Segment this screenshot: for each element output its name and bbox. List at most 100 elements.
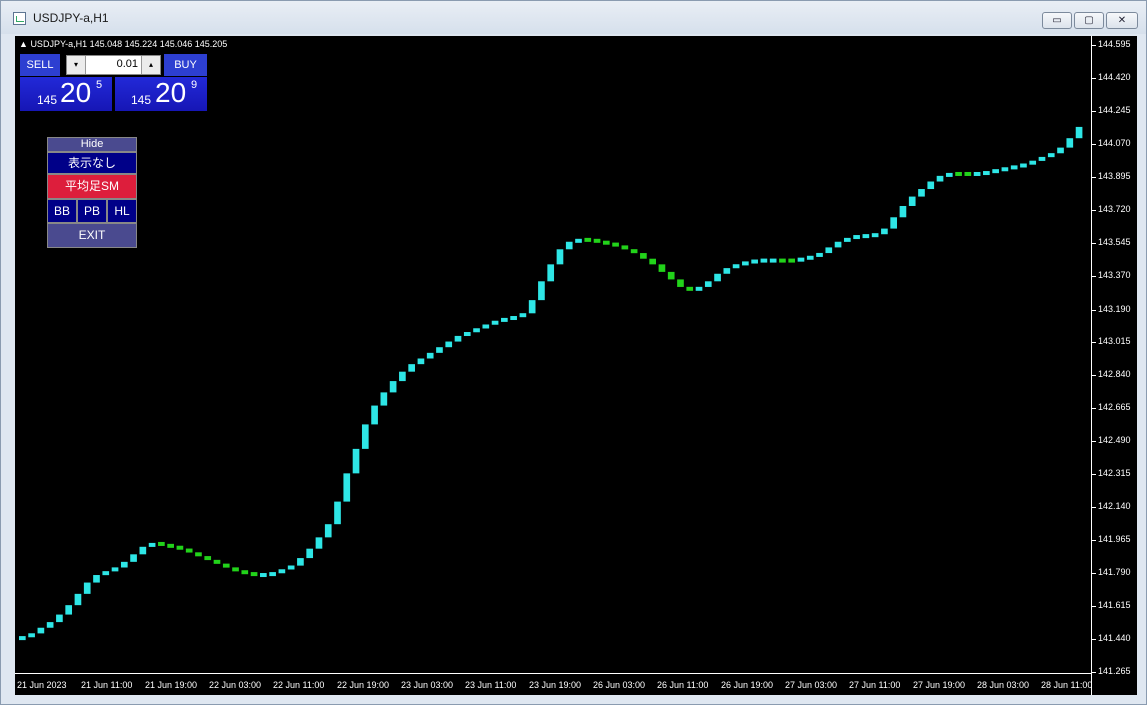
- heikin-ashi-bar: [547, 264, 555, 282]
- heikin-ashi-bar: [983, 171, 990, 176]
- time-tick-label: 27 Jun 19:00: [913, 680, 966, 690]
- heikin-ashi-bar: [630, 249, 638, 254]
- time-tick-label: 27 Jun 03:00: [785, 680, 838, 690]
- heikin-ashi-bar: [213, 559, 221, 564]
- sell-price-pip: 5: [96, 79, 103, 91]
- heikin-ashi-bar: [28, 633, 35, 638]
- price-tick-label: 143.720: [1098, 203, 1131, 214]
- heikin-ashi-bar: [1029, 160, 1037, 165]
- heikin-ashi-bar: [834, 241, 842, 248]
- sell-price-box[interactable]: 145 20 5: [20, 77, 112, 111]
- minimize-button[interactable]: ▭: [1042, 12, 1072, 29]
- heikin-ashi-bar: [445, 341, 453, 348]
- heikin-ashi-bar: [621, 245, 629, 250]
- heikin-ashi-bar: [83, 582, 91, 594]
- time-tick-label: 23 Jun 19:00: [529, 680, 582, 690]
- heikin-ashi-bar: [927, 181, 935, 190]
- heikin-ashi-bar: [389, 381, 397, 393]
- close-button[interactable]: ✕: [1106, 12, 1138, 29]
- heikin-ashi-bar: [315, 537, 323, 549]
- heikin-ashi-bar: [769, 258, 777, 263]
- chart-bars: [19, 126, 1083, 641]
- heikin-ashi-sm-button[interactable]: 平均足SM: [47, 174, 137, 199]
- heikin-ashi-bar: [1010, 165, 1018, 170]
- price-tick: [1092, 375, 1096, 377]
- time-tick-label: 21 Jun 2023: [17, 680, 67, 690]
- heikin-ashi-bar: [120, 561, 128, 568]
- price-tick-label: 143.370: [1098, 269, 1131, 280]
- price-axis[interactable]: 144.595 144.420 144.245 144.070 143.895 143.7…: [1091, 36, 1138, 695]
- heikin-ashi-bar: [908, 196, 916, 206]
- heikin-ashi-bar: [640, 253, 647, 259]
- heikin-ashi-bar: [871, 233, 879, 238]
- heikin-ashi-bar: [695, 286, 703, 291]
- price-chart[interactable]: ▲ USDJPY-a,H1 145.048 145.224 145.046 14…: [15, 36, 1137, 695]
- price-tick: [1092, 573, 1096, 575]
- heikin-ashi-bar: [65, 605, 73, 615]
- lot-size-field[interactable]: ▾ 0.01 ▴: [66, 55, 161, 75]
- heikin-ashi-bar: [269, 572, 276, 577]
- heikin-ashi-bar: [241, 570, 249, 575]
- heikin-ashi-bar: [751, 259, 758, 264]
- time-tick-label: 21 Jun 19:00: [145, 680, 198, 690]
- heikin-ashi-bar: [454, 335, 462, 342]
- heikin-ashi-bar: [37, 627, 45, 634]
- heikin-ashi-bar: [361, 424, 369, 449]
- heikin-ashi-bar: [843, 237, 851, 242]
- hl-button[interactable]: HL: [107, 199, 137, 223]
- heikin-ashi-bar: [918, 189, 925, 197]
- time-tick-label: 23 Jun 03:00: [401, 680, 454, 690]
- heikin-ashi-bar: [528, 300, 536, 314]
- price-tick-label: 141.615: [1098, 600, 1131, 611]
- pb-button[interactable]: PB: [77, 199, 107, 223]
- heikin-ashi-bar: [399, 371, 406, 382]
- heikin-ashi-bar: [19, 636, 26, 641]
- bb-button[interactable]: BB: [47, 199, 77, 223]
- heikin-ashi-bar: [788, 258, 796, 263]
- heikin-ashi-bar: [658, 264, 666, 272]
- buy-button[interactable]: BUY: [164, 54, 207, 76]
- lot-decrease-icon[interactable]: ▾: [67, 56, 86, 74]
- heikin-ashi-bar: [945, 172, 953, 177]
- heikin-ashi-bar: [473, 328, 480, 333]
- indicator-row: BB PB HL: [47, 199, 137, 223]
- collapse-triangle-icon[interactable]: ▲: [19, 39, 28, 49]
- heikin-ashi-bar: [1038, 156, 1046, 161]
- sell-button[interactable]: SELL: [20, 54, 60, 76]
- title-bar[interactable]: USDJPY-a,H1 ▭ ▢ ✕: [1, 1, 1146, 34]
- one-click-trading-panel: SELL ▾ 0.01 ▴ BUY 145 20 5 145 20 9: [20, 54, 207, 111]
- price-tick-label: 141.790: [1098, 567, 1131, 578]
- heikin-ashi-bar: [964, 171, 972, 176]
- heikin-ashi-bar: [732, 264, 740, 269]
- heikin-ashi-bar: [890, 217, 898, 229]
- price-tick: [1092, 309, 1096, 311]
- price-tick: [1092, 110, 1096, 112]
- heikin-ashi-bar: [779, 258, 786, 263]
- heikin-ashi-bar: [176, 545, 184, 550]
- heikin-ashi-bar: [612, 242, 619, 247]
- time-tick-label: 22 Jun 03:00: [209, 680, 262, 690]
- heikin-ashi-bar: [677, 279, 684, 287]
- buy-price-pip: 9: [191, 79, 198, 91]
- display-none-button[interactable]: 表示なし: [47, 152, 137, 174]
- lot-increase-icon[interactable]: ▴: [141, 56, 160, 74]
- buy-price-box[interactable]: 145 20 9: [115, 77, 207, 111]
- heikin-ashi-bar: [436, 347, 443, 353]
- exit-button[interactable]: EXIT: [47, 223, 137, 248]
- heikin-ashi-bar: [714, 273, 721, 282]
- hide-button[interactable]: Hide: [47, 137, 137, 152]
- time-tick-label: 26 Jun 11:00: [657, 680, 709, 690]
- lot-value[interactable]: 0.01: [117, 58, 138, 70]
- price-tick: [1092, 507, 1096, 509]
- heikin-ashi-bar: [297, 558, 304, 566]
- price-tick: [1092, 342, 1096, 344]
- price-tick: [1092, 441, 1096, 443]
- heikin-ashi-bar: [278, 569, 286, 574]
- time-tick-label: 22 Jun 11:00: [273, 680, 325, 690]
- price-tick-label: 142.140: [1098, 501, 1131, 512]
- maximize-button[interactable]: ▢: [1074, 12, 1104, 29]
- heikin-ashi-bar: [519, 313, 527, 318]
- price-tick-label: 141.965: [1098, 534, 1131, 545]
- time-axis[interactable]: 21 Jun 2023 21 Jun 11:00 21 Jun 19:00 22 Ju…: [15, 673, 1092, 696]
- price-tick-label: 143.190: [1098, 303, 1131, 314]
